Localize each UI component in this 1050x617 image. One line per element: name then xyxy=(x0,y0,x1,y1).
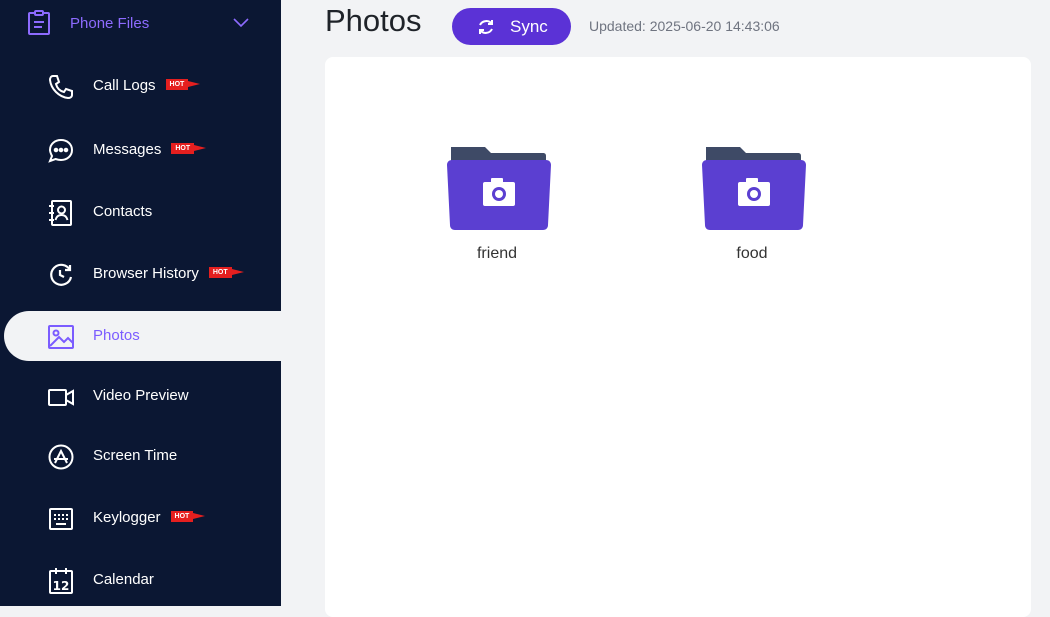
clipboard-icon xyxy=(28,10,50,35)
sync-label: Sync xyxy=(510,17,548,36)
folder-food[interactable]: food xyxy=(682,145,822,275)
svg-text:12: 12 xyxy=(53,579,70,593)
hot-badge: HOT xyxy=(165,78,200,90)
sidebar-item-label: Video Preview xyxy=(93,387,189,404)
camera-folder-icon xyxy=(702,147,806,230)
camera-folder-icon xyxy=(447,147,551,230)
calendar-icon: 12 xyxy=(49,568,73,594)
sync-icon xyxy=(479,20,493,34)
sidebar-item-label: Contacts xyxy=(93,203,153,220)
chevron-down-icon[interactable] xyxy=(232,16,250,30)
hot-badge: HOT xyxy=(171,142,206,154)
sidebar-item-label: Photos xyxy=(93,327,140,344)
chat-icon xyxy=(48,138,74,163)
phone-icon xyxy=(48,75,73,100)
hot-badge: HOT xyxy=(170,510,205,522)
hot-badge: HOT xyxy=(208,266,244,278)
folder-friend[interactable]: friend xyxy=(427,145,567,275)
contacts-icon xyxy=(49,200,72,226)
sidebar-item-label: Calendar xyxy=(93,571,154,588)
sidebar-item-contacts[interactable]: Contacts xyxy=(0,187,281,237)
sidebar-item-photos[interactable]: Photos xyxy=(4,311,281,361)
sidebar-item-screen-time[interactable]: Screen Time xyxy=(0,431,281,481)
folder-name: friend xyxy=(476,245,518,262)
sidebar-item-label: Browser History HOT xyxy=(93,265,244,282)
video-icon xyxy=(48,389,74,406)
sidebar-item-video-preview[interactable]: Video Preview xyxy=(0,371,281,421)
sidebar-item-label: Keylogger HOT xyxy=(93,509,205,526)
app-store-icon xyxy=(48,444,74,470)
sidebar-item-keylogger[interactable]: Keylogger HOT xyxy=(0,493,281,543)
folder-name: food xyxy=(736,245,768,262)
sidebar: Phone Files Call Logs HOT Messages HOT C… xyxy=(0,0,281,606)
phone-files-header[interactable]: Phone Files xyxy=(0,0,281,48)
sync-button[interactable]: Sync xyxy=(452,8,571,45)
image-icon xyxy=(48,325,74,349)
updated-timestamp: Updated: 2025-06-20 14:43:06 xyxy=(589,18,780,34)
sidebar-item-browser-history[interactable]: Browser History HOT xyxy=(0,249,281,299)
content-panel: friend food xyxy=(325,57,1031,617)
page-title: Photos xyxy=(325,3,422,38)
sidebar-item-call-logs[interactable]: Call Logs HOT xyxy=(0,61,281,111)
phone-files-label: Phone Files xyxy=(70,15,150,32)
sidebar-item-label: Messages HOT xyxy=(93,141,206,158)
sidebar-item-calendar[interactable]: 12 Calendar xyxy=(0,555,281,605)
history-icon xyxy=(50,263,73,286)
sidebar-item-messages[interactable]: Messages HOT xyxy=(0,125,281,175)
sidebar-item-label: Screen Time xyxy=(93,447,178,464)
keyboard-icon xyxy=(49,508,73,530)
sidebar-item-label: Call Logs HOT xyxy=(93,77,200,94)
